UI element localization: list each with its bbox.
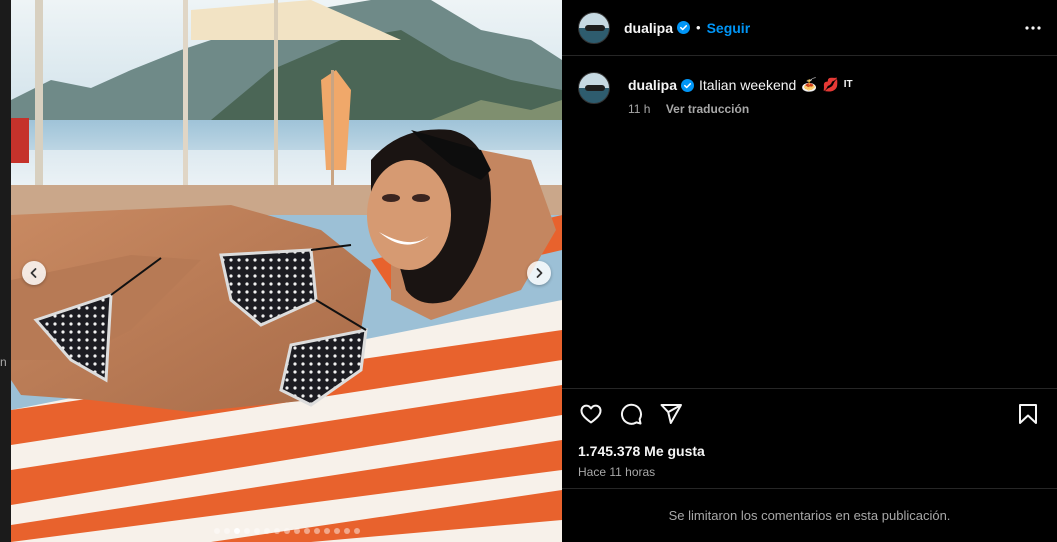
post-side-panel: dualipa • Seguir dualipa Italian weekend… <box>562 0 1057 542</box>
background-page-strip: n <box>0 0 11 542</box>
verified-badge-icon <box>677 21 691 34</box>
carousel-dot <box>313 528 320 534</box>
carousel-dot <box>343 528 350 534</box>
avatar[interactable] <box>578 11 610 44</box>
carousel-next-button[interactable] <box>527 261 551 285</box>
header-username[interactable]: dualipa <box>624 20 673 36</box>
caption: dualipa Italian weekend 🍝 💋 IT 11 h Ver … <box>578 72 853 116</box>
bookmark-icon[interactable] <box>1015 401 1041 427</box>
carousel-dot <box>293 528 300 534</box>
caption-username[interactable]: dualipa <box>628 76 677 94</box>
post-media[interactable] <box>11 0 562 542</box>
italy-flag-emoji: IT <box>843 79 853 90</box>
carousel-dot <box>323 528 330 534</box>
carousel-dot <box>253 528 260 534</box>
chevron-left-icon <box>30 268 37 278</box>
spaghetti-emoji: 🍝 <box>801 77 818 92</box>
carousel-dot <box>353 528 360 534</box>
see-translation-link[interactable]: Ver traducción <box>666 102 749 116</box>
carousel-dot <box>213 528 220 534</box>
send-icon[interactable] <box>658 401 684 427</box>
caption-text: Italian weekend <box>699 77 797 93</box>
heart-icon[interactable] <box>578 401 604 427</box>
carousel-dot <box>283 528 290 534</box>
separator-dot: • <box>696 20 701 35</box>
carousel-dot <box>233 528 240 534</box>
carousel-dot <box>273 528 280 534</box>
follow-button[interactable]: Seguir <box>707 20 751 36</box>
carousel-dot <box>223 528 230 534</box>
post-header: dualipa • Seguir <box>562 0 1057 56</box>
carousel-indicator <box>11 528 562 534</box>
verified-badge-icon <box>681 78 695 92</box>
comment-icon[interactable] <box>618 401 644 427</box>
background-peek-text: n <box>0 355 7 369</box>
post-photo <box>11 0 562 542</box>
chevron-right-icon <box>536 268 543 278</box>
comments-limited-notice: Se limitaron los comentarios en esta pub… <box>562 488 1057 542</box>
carousel-prev-button[interactable] <box>22 261 46 285</box>
carousel-dot <box>243 528 250 534</box>
like-count[interactable]: 1.745.378 Me gusta <box>578 443 1041 459</box>
caption-avatar[interactable] <box>578 72 610 104</box>
carousel-dot <box>303 528 310 534</box>
post-age: 11 h <box>628 102 651 116</box>
carousel-dot <box>333 528 340 534</box>
carousel-dot <box>263 528 270 534</box>
post-actions: 1.745.378 Me gusta Hace 11 horas <box>562 388 1057 479</box>
post-timestamp: Hace 11 horas <box>578 465 656 479</box>
more-options-icon[interactable] <box>1023 18 1043 38</box>
kiss-emoji: 💋 <box>822 77 839 92</box>
